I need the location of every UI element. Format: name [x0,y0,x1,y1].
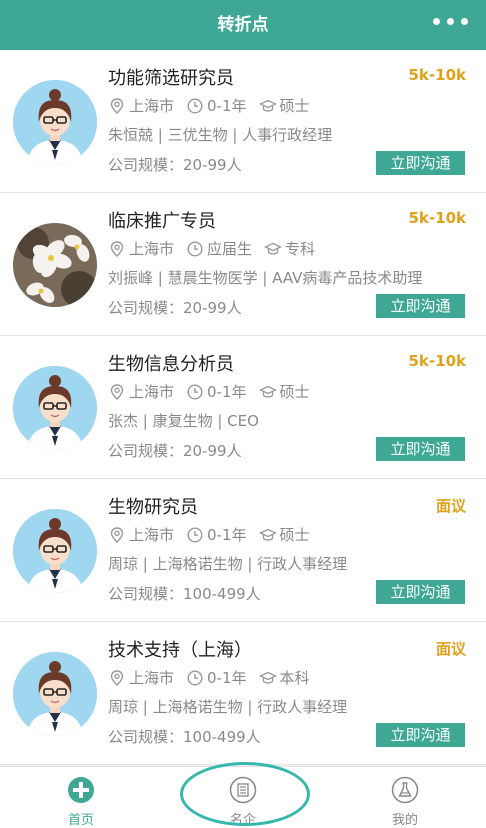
location-pin-icon [108,240,126,258]
job-meta: 上海市 0-1年 硕士 [108,524,322,545]
company-line: 周琼 | 上海格诺生物 | 行政人事经理 [108,555,348,573]
job-card[interactable]: 生物信息分析员 5k-10k 上海市 0-1年 硕士 张杰 | 康复生物 | C… [0,336,486,479]
job-card[interactable]: 技术支持（上海） 面议 上海市 0-1年 本科 周琼 | 上海格诺生物 | 行政… [0,622,486,765]
tab-label: 名企 [229,813,256,828]
contact-now-button[interactable]: 立即沟通 [376,151,465,175]
company-size: 公司规模：20-99人 [108,442,242,460]
app-header: 转折点 [0,0,486,50]
job-title: 临床推广专员 [108,211,216,232]
company-size: 公司规模：100-499人 [108,728,261,746]
location-text: 上海市 [129,526,175,544]
salary-label: 5k-10k [408,352,467,370]
salary-label: 面议 [435,497,466,515]
experience-text: 0-1年 [207,383,247,401]
plus-circle-icon [67,776,95,804]
experience-text: 0-1年 [207,97,247,115]
contact-now-button[interactable]: 立即沟通 [376,723,465,747]
more-menu-icon[interactable] [433,18,468,25]
avatar [13,223,97,307]
job-meta: 上海市 0-1年 硕士 [108,381,322,402]
location-text: 上海市 [129,669,175,687]
avatar [13,80,97,164]
job-title: 功能筛选研究员 [108,68,234,89]
contact-now-button[interactable]: 立即沟通 [376,437,465,461]
tab-companies[interactable]: 名企 [162,767,324,828]
avatar [13,652,97,736]
job-card[interactable]: 功能筛选研究员 5k-10k 上海市 0-1年 硕士 朱恒兢 | 三优生物 | … [0,50,486,193]
contact-now-button[interactable]: 立即沟通 [376,294,465,318]
tab-label: 首页 [67,813,94,828]
education-text: 硕士 [279,97,310,115]
job-card[interactable]: 临床推广专员 5k-10k 上海市 应届生 专科 刘振峰 | 慧晨生物医学 | … [0,193,486,336]
job-meta: 上海市 0-1年 硕士 [108,95,322,116]
clock-icon [186,97,204,115]
location-text: 上海市 [129,240,175,258]
flask-icon [391,776,419,804]
company-line: 张杰 | 康复生物 | CEO [108,412,259,430]
company-size: 公司规模：20-99人 [108,156,242,174]
job-meta: 上海市 0-1年 本科 [108,667,322,688]
salary-label: 5k-10k [408,209,467,227]
location-pin-icon [108,669,126,687]
education-text: 专科 [285,240,316,258]
tab-label: 我的 [391,813,418,828]
education-text: 本科 [279,669,310,687]
education-text: 硕士 [279,526,310,544]
experience-text: 0-1年 [207,669,247,687]
company-line: 刘振峰 | 慧晨生物医学 | AAV病毒产品技术助理 [108,269,423,287]
page-title: 转折点 [217,15,269,35]
job-title: 技术支持（上海） [108,640,252,661]
graduation-cap-icon [258,526,277,544]
location-text: 上海市 [129,97,175,115]
experience-text: 应届生 [207,240,253,258]
job-meta: 上海市 应届生 专科 [108,238,327,259]
location-pin-icon [108,526,126,544]
company-line: 朱恒兢 | 三优生物 | 人事行政经理 [108,126,333,144]
clock-icon [186,526,204,544]
avatar [13,366,97,450]
building-icon [229,776,257,804]
salary-label: 5k-10k [408,66,467,84]
tab-home[interactable]: 首页 [0,767,162,828]
company-line: 周琼 | 上海格诺生物 | 行政人事经理 [108,698,348,716]
avatar [13,509,97,593]
location-text: 上海市 [129,383,175,401]
experience-text: 0-1年 [207,526,247,544]
location-pin-icon [108,383,126,401]
job-title: 生物信息分析员 [108,354,234,375]
graduation-cap-icon [258,383,277,401]
contact-now-button[interactable]: 立即沟通 [376,580,465,604]
location-pin-icon [108,97,126,115]
company-size: 公司规模：100-499人 [108,585,261,603]
graduation-cap-icon [258,669,277,687]
clock-icon [186,383,204,401]
graduation-cap-icon [264,240,283,258]
clock-icon [186,240,204,258]
job-title: 生物研究员 [108,497,198,518]
job-list: 功能筛选研究员 5k-10k 上海市 0-1年 硕士 朱恒兢 | 三优生物 | … [0,50,486,765]
tab-mine[interactable]: 我的 [324,767,486,828]
bottom-tab-bar: 首页 名企 我的 [0,766,486,828]
graduation-cap-icon [258,97,277,115]
salary-label: 面议 [435,640,466,658]
education-text: 硕士 [279,383,310,401]
job-card[interactable]: 生物研究员 面议 上海市 0-1年 硕士 周琼 | 上海格诺生物 | 行政人事经… [0,479,486,622]
clock-icon [186,669,204,687]
company-size: 公司规模：20-99人 [108,299,242,317]
